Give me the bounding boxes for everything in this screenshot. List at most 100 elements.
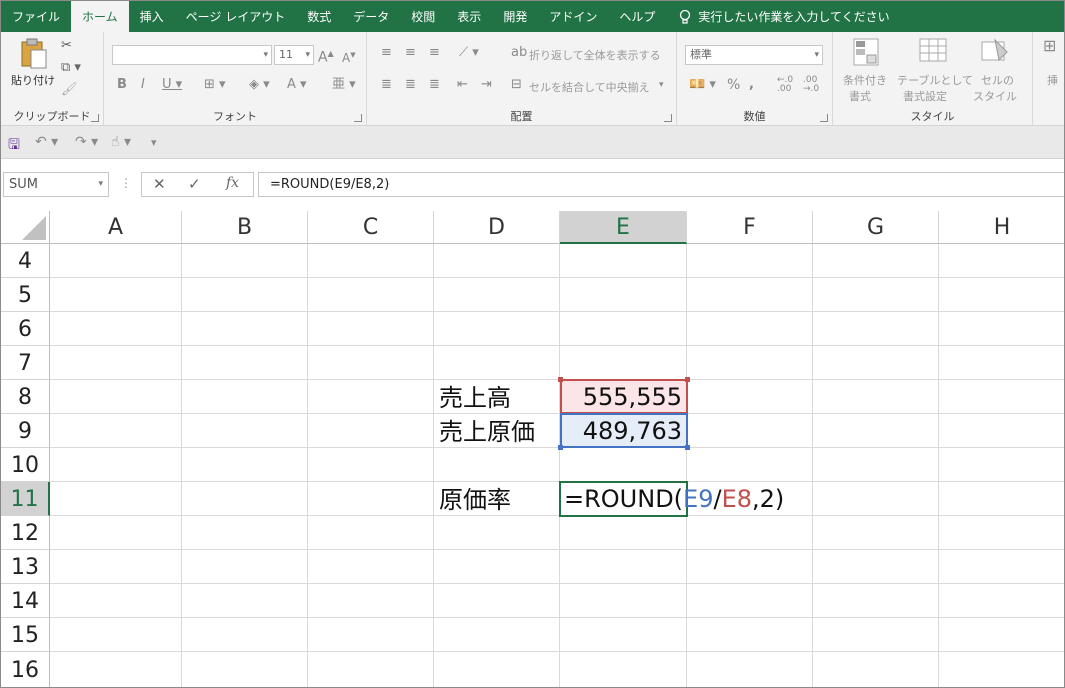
tab-review[interactable]: 校閲 [400,1,446,32]
column-header-e[interactable]: E [560,211,687,244]
cell-d11[interactable]: 原価率 [439,484,511,516]
format-as-table-icon[interactable] [919,38,947,66]
conditional-format-label-2[interactable]: 書式 [849,88,871,104]
row-header-4[interactable]: 4 [1,244,50,278]
phonetic-icon[interactable]: 亜 ▾ [332,77,356,93]
column-header-h[interactable]: H [939,211,1064,244]
tab-insert[interactable]: 挿入 [129,1,175,32]
fill-color-icon[interactable]: ◈ ▾ [249,77,270,93]
grow-font-icon[interactable]: A▲ [318,46,334,66]
tab-addins[interactable]: アドイン [538,1,608,32]
bold-icon[interactable]: B [117,77,127,93]
insert-cells-icon[interactable]: ⊞ [1043,38,1056,54]
row-header-15[interactable]: 15 [1,618,50,652]
row-header-6[interactable]: 6 [1,312,50,346]
align-bottom-icon[interactable]: ≡ [429,45,440,61]
conditional-format-icon[interactable] [853,38,879,66]
cell-styles-icon[interactable] [981,38,1009,66]
row-header-5[interactable]: 5 [1,278,50,312]
italic-icon[interactable]: I [141,77,145,93]
copy-icon[interactable]: ⧉ ▾ [61,60,81,76]
row-header-16[interactable]: 16 [1,652,50,687]
comma-style-icon[interactable]: , [749,77,754,93]
number-launcher-icon[interactable] [820,114,828,122]
merge-dropdown-icon[interactable]: ▾ [659,77,664,93]
merge-center-icon[interactable]: ⊟ [511,77,522,93]
align-top-icon[interactable]: ≡ [381,45,392,61]
underline-icon[interactable]: U ▾ [162,77,182,93]
alignment-launcher-icon[interactable] [664,114,672,122]
align-left-icon[interactable]: ≣ [381,77,392,93]
touch-mode-icon[interactable]: ☝ ▾ [111,134,131,150]
align-center-icon[interactable]: ≣ [405,77,416,93]
cell-e8[interactable]: 555,555 [560,379,688,414]
insert-function-icon[interactable]: fx [226,175,239,191]
decrease-decimal-icon[interactable]: .00 →.0 [803,76,819,94]
tab-help[interactable]: ヘルプ [608,1,666,32]
align-middle-icon[interactable]: ≡ [405,45,416,61]
name-box-dropdown-icon[interactable]: ▾ [98,173,103,196]
customize-qat-icon[interactable]: ▾ [151,136,157,149]
save-icon[interactable]: 🖫 [8,134,20,158]
column-header-g[interactable]: G [813,211,939,244]
undo-icon[interactable]: ↶ ▾ [35,134,58,150]
enter-icon[interactable]: ✓ [188,175,201,193]
tab-developer[interactable]: 開発 [492,1,538,32]
format-as-table-label-2[interactable]: 書式設定 [903,88,947,104]
conditional-format-label-1[interactable]: 条件付き [843,72,887,88]
tab-file[interactable]: ファイル [1,1,71,32]
column-header-d[interactable]: D [434,211,560,244]
cell-d8[interactable]: 売上高 [439,382,511,414]
name-box[interactable]: SUM ▾ [3,172,109,197]
cell-styles-label-2[interactable]: スタイル [973,88,1017,104]
insert-cells-label[interactable]: 挿 [1047,72,1058,88]
row-header-14[interactable]: 14 [1,584,50,618]
format-painter-icon[interactable]: 🖌 [61,82,78,98]
column-header-c[interactable]: C [308,211,434,244]
range-handle[interactable] [558,377,563,382]
paste-icon[interactable] [19,38,49,70]
paste-button-label[interactable]: 貼り付け [11,72,55,88]
font-color-icon[interactable]: A ▾ [287,77,307,93]
format-as-table-label-1[interactable]: テーブルとして [897,72,973,88]
cut-icon[interactable]: ✂ [61,38,72,54]
tab-formulas[interactable]: 数式 [296,1,342,32]
range-handle[interactable] [685,445,690,450]
cell-e11-editing[interactable]: =ROUND(E9/E8,2) [559,481,784,517]
tab-view[interactable]: 表示 [446,1,492,32]
row-header-7[interactable]: 7 [1,346,50,380]
font-launcher-icon[interactable] [354,114,362,122]
formula-input[interactable]: =ROUND(E9/E8,2) [258,172,1064,197]
accounting-format-icon[interactable]: 💴 ▾ [689,77,716,93]
border-icon[interactable]: ⊞ ▾ [204,77,226,93]
number-format-dropdown[interactable]: 標準 [685,45,823,65]
range-handle[interactable] [558,445,563,450]
align-right-icon[interactable]: ≣ [429,77,440,93]
column-header-a[interactable]: A [50,211,182,244]
percent-icon[interactable]: % [727,77,740,93]
decrease-indent-icon[interactable]: ⇤ [457,77,468,93]
column-header-b[interactable]: B [182,211,308,244]
increase-indent-icon[interactable]: ⇥ [481,77,492,93]
row-header-13[interactable]: 13 [1,550,50,584]
cell-e9[interactable]: 489,763 [560,413,688,448]
row-header-11[interactable]: 11 [1,482,50,516]
redo-icon[interactable]: ↷ ▾ [75,134,98,150]
tab-page-layout[interactable]: ページ レイアウト [175,1,297,32]
tab-home[interactable]: ホーム [71,1,129,32]
clipboard-launcher-icon[interactable] [91,114,99,122]
orientation-icon[interactable]: ⟋ ▾ [459,45,479,61]
wrap-text-icon[interactable]: ab [511,45,527,61]
merge-center-button[interactable]: セルを結合して中央揃え [529,79,650,95]
increase-decimal-icon[interactable]: ←.0.00 [777,76,793,94]
font-name-dropdown[interactable] [112,45,272,65]
column-header-f[interactable]: F [687,211,813,244]
wrap-text-button[interactable]: 折り返して全体を表示する [529,47,661,63]
row-header-9[interactable]: 9 [1,414,50,448]
cell-d9[interactable]: 売上原価 [439,416,535,448]
row-header-10[interactable]: 10 [1,448,50,482]
cancel-icon[interactable]: ✕ [153,175,166,193]
shrink-font-icon[interactable]: A▼ [342,47,356,66]
row-header-8[interactable]: 8 [1,380,50,414]
tell-me-box[interactable]: 実行したい作業を入力してください [666,1,890,32]
